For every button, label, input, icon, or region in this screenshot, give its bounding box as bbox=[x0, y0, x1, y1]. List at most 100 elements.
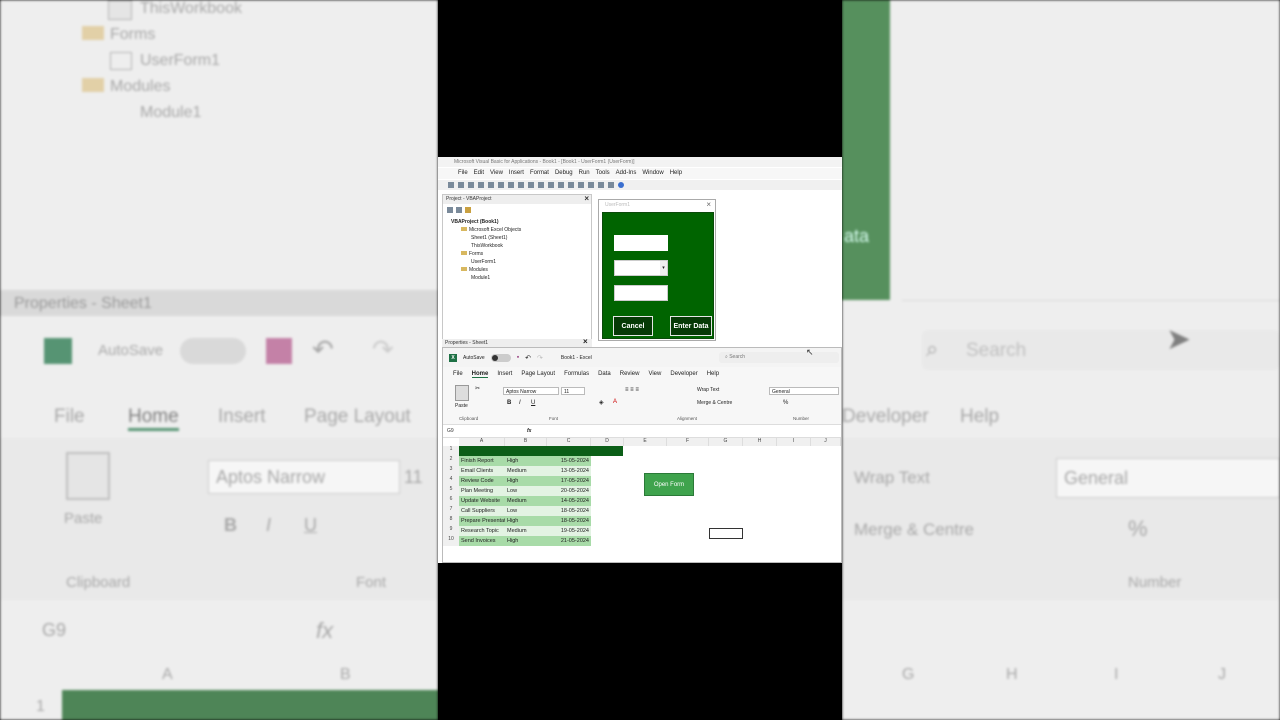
tab-review[interactable]: Review bbox=[620, 371, 640, 377]
column-header[interactable]: G bbox=[709, 438, 743, 446]
cut-icon[interactable]: ✂ bbox=[475, 385, 480, 392]
row-header[interactable]: 5 bbox=[443, 486, 459, 496]
table-cell[interactable]: 13-05-2024 bbox=[547, 466, 591, 476]
redo-icon[interactable]: ↷ bbox=[537, 354, 543, 362]
table-cell[interactable]: 19-05-2024 bbox=[547, 526, 591, 536]
open-form-button[interactable]: Open Form bbox=[644, 473, 694, 496]
column-header[interactable]: I bbox=[777, 438, 811, 446]
menu-run[interactable]: Run bbox=[579, 170, 590, 177]
table-cell[interactable]: Low bbox=[505, 486, 547, 496]
tab-developer[interactable]: Developer bbox=[670, 371, 697, 377]
tree-item-module1[interactable]: Module1 bbox=[451, 274, 591, 282]
column-header[interactable]: D bbox=[591, 438, 624, 446]
column-header[interactable]: J bbox=[811, 438, 841, 446]
menu-edit[interactable]: Edit bbox=[474, 170, 484, 177]
percent-icon[interactable]: % bbox=[783, 400, 788, 406]
tab-home[interactable]: Home bbox=[471, 371, 489, 378]
paste-icon[interactable] bbox=[455, 385, 469, 401]
italic-icon[interactable]: I bbox=[519, 400, 521, 406]
close-icon[interactable]: × bbox=[583, 337, 588, 346]
tree-item-sheet1[interactable]: Sheet1 (Sheet1) bbox=[451, 234, 591, 242]
table-cell[interactable]: 20-05-2024 bbox=[547, 486, 591, 496]
tab-page-layout[interactable]: Page Layout bbox=[521, 371, 555, 377]
row-header[interactable]: 6 bbox=[443, 496, 459, 506]
row-header[interactable]: 10 bbox=[443, 536, 459, 546]
table-cell[interactable]: 14-05-2024 bbox=[547, 496, 591, 506]
tab-formulas[interactable]: Formulas bbox=[564, 371, 589, 377]
table-cell[interactable]: High bbox=[505, 536, 547, 546]
menu-insert[interactable]: Insert bbox=[509, 170, 524, 177]
tree-item-userform1[interactable]: UserForm1 bbox=[451, 258, 591, 266]
table-cell[interactable]: High bbox=[505, 476, 547, 486]
save-icon[interactable]: ▪ bbox=[517, 354, 519, 361]
row-header[interactable]: 8 bbox=[443, 516, 459, 526]
table-cell[interactable]: 18-05-2024 bbox=[547, 516, 591, 526]
chevron-down-icon[interactable]: ▾ bbox=[660, 261, 667, 275]
table-cell[interactable]: High bbox=[505, 516, 547, 526]
table-cell[interactable]: 15-05-2024 bbox=[547, 456, 591, 466]
column-header[interactable]: F bbox=[667, 438, 709, 446]
reset-icon[interactable] bbox=[558, 182, 564, 188]
tree-item-forms[interactable]: Forms bbox=[451, 250, 591, 258]
table-cell[interactable]: Research Topic bbox=[459, 526, 505, 536]
tab-data[interactable]: Data bbox=[598, 371, 611, 377]
project-explorer-icon[interactable] bbox=[578, 182, 584, 188]
column-header[interactable]: A bbox=[459, 438, 505, 446]
search-box[interactable]: ⌕ Search bbox=[719, 352, 839, 363]
table-cell[interactable]: Email Clients bbox=[459, 466, 505, 476]
tree-item-excel-objects[interactable]: Microsoft Excel Objects bbox=[451, 226, 591, 234]
table-cell[interactable]: 17-05-2024 bbox=[547, 476, 591, 486]
run-icon[interactable] bbox=[538, 182, 544, 188]
enter-data-button[interactable]: Enter Data bbox=[670, 316, 712, 336]
table-cell[interactable]: Finish Report bbox=[459, 456, 505, 466]
table-cell[interactable]: 18-05-2024 bbox=[547, 506, 591, 516]
table-cell[interactable]: Plan Meeting bbox=[459, 486, 505, 496]
view-object-icon[interactable] bbox=[456, 207, 462, 213]
wrap-text-button[interactable]: Wrap Text bbox=[697, 387, 719, 393]
number-format-box[interactable]: General bbox=[769, 387, 839, 395]
tab-file[interactable]: File bbox=[453, 371, 463, 377]
table-cell[interactable]: High bbox=[505, 456, 547, 466]
table-cell[interactable]: Medium bbox=[505, 466, 547, 476]
table-cell[interactable]: Prepare Presentation bbox=[459, 516, 505, 526]
menu-add-ins[interactable]: Add-Ins bbox=[616, 170, 637, 177]
menu-help[interactable]: Help bbox=[670, 170, 682, 177]
tab-view[interactable]: View bbox=[648, 371, 661, 377]
table-cell[interactable]: Medium bbox=[505, 526, 547, 536]
fx-icon[interactable]: fx bbox=[527, 428, 531, 434]
row-header[interactable]: 3 bbox=[443, 466, 459, 476]
undo-icon[interactable] bbox=[518, 182, 524, 188]
autosave-toggle[interactable] bbox=[490, 353, 511, 362]
close-icon[interactable]: × bbox=[584, 194, 589, 203]
row-header[interactable]: 2 bbox=[443, 456, 459, 466]
row-header[interactable]: 7 bbox=[443, 506, 459, 516]
table-cell[interactable]: Send Invoices bbox=[459, 536, 505, 546]
textbox-2[interactable] bbox=[614, 285, 668, 301]
cancel-button[interactable]: Cancel bbox=[613, 316, 653, 336]
tree-item-vbaproject[interactable]: VBAProject (Book1) bbox=[451, 218, 591, 226]
table-cell[interactable]: Medium bbox=[505, 496, 547, 506]
table-cell[interactable]: Review Code bbox=[459, 476, 505, 486]
worksheet-grid[interactable]: A B C D E F G H I J 1 2 Finish Report High 15-05-2024 3… bbox=[443, 438, 841, 562]
toggle-folders-icon[interactable] bbox=[465, 207, 471, 213]
column-header[interactable]: C bbox=[547, 438, 591, 446]
column-header[interactable]: B bbox=[505, 438, 547, 446]
font-size-box[interactable]: 11 bbox=[561, 387, 585, 395]
view-code-icon[interactable] bbox=[447, 207, 453, 213]
tree-item-modules[interactable]: Modules bbox=[451, 266, 591, 274]
bold-icon[interactable]: B bbox=[507, 400, 511, 406]
combobox[interactable]: ▾ bbox=[614, 260, 668, 276]
font-color-icon[interactable]: A bbox=[613, 399, 617, 405]
excel-view-icon[interactable] bbox=[448, 182, 454, 188]
menu-file[interactable]: File bbox=[458, 170, 468, 177]
selected-cell[interactable] bbox=[709, 528, 743, 539]
table-cell[interactable]: Call Suppliers bbox=[459, 506, 505, 516]
merge-centre-button[interactable]: Merge & Centre bbox=[697, 400, 732, 406]
undo-icon[interactable]: ↶ bbox=[525, 354, 531, 362]
properties-icon[interactable] bbox=[588, 182, 594, 188]
align-icon[interactable]: ≡ ≡ ≡ bbox=[625, 387, 639, 393]
cut-icon[interactable] bbox=[478, 182, 484, 188]
object-browser-icon[interactable] bbox=[598, 182, 604, 188]
design-mode-icon[interactable] bbox=[568, 182, 574, 188]
textbox-1[interactable] bbox=[614, 235, 668, 251]
